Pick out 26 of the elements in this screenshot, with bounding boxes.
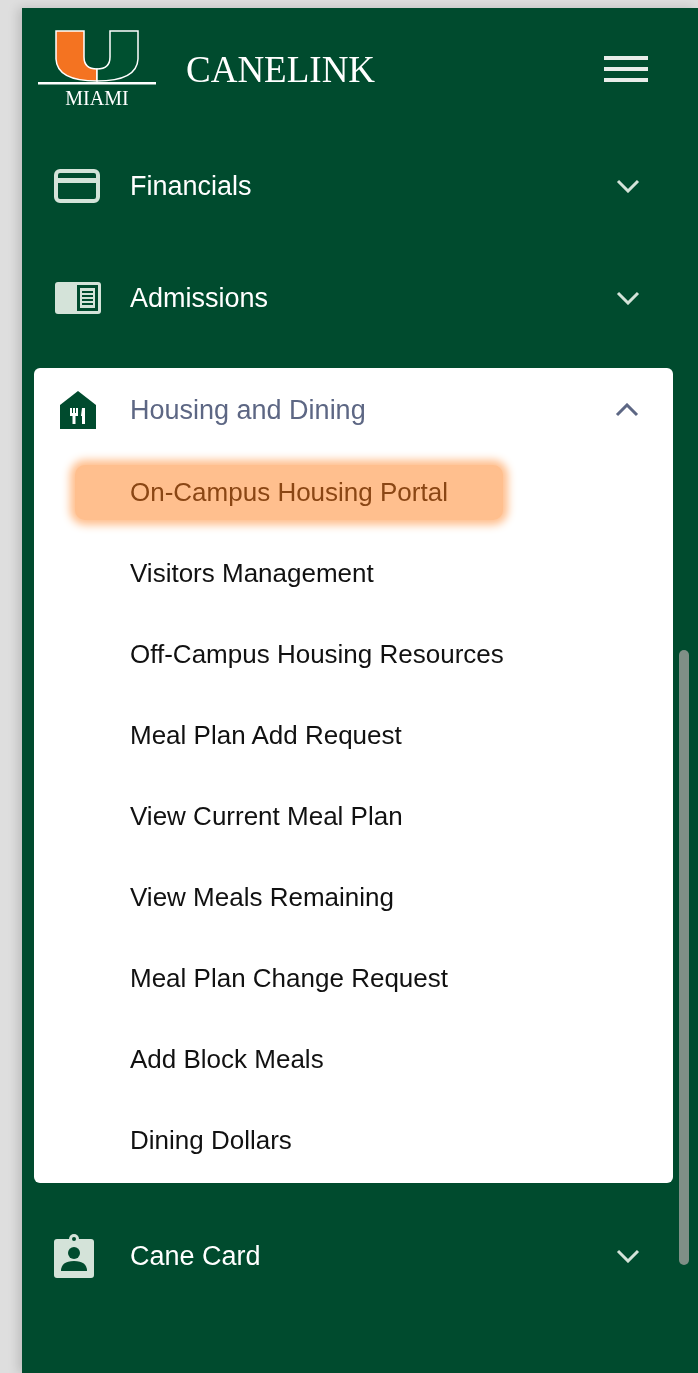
menu-label[interactable]: Admissions xyxy=(130,282,616,314)
scrollbar[interactable] xyxy=(679,650,689,1265)
house-utensils-icon xyxy=(60,391,96,429)
submenu-item[interactable]: View Meals Remaining xyxy=(75,870,449,925)
submenu-item[interactable]: Visitors Management xyxy=(75,546,429,601)
submenu-item[interactable]: Meal Plan Add Request xyxy=(75,708,457,763)
chevron-down-icon[interactable] xyxy=(616,1249,640,1263)
menu-icon[interactable] xyxy=(604,56,648,82)
submenu-item[interactable]: Dining Dollars xyxy=(75,1113,347,1168)
credit-card-icon xyxy=(54,169,100,203)
menu-label[interactable]: Financials xyxy=(130,170,616,202)
submenu-item[interactable]: Add Block Meals xyxy=(75,1032,379,1087)
chevron-down-icon[interactable] xyxy=(616,291,640,305)
id-badge-icon xyxy=(54,1234,94,1278)
document-icon xyxy=(54,281,102,315)
menu-label[interactable]: Housing and Dining xyxy=(130,394,615,426)
menu-label[interactable]: Cane Card xyxy=(130,1240,616,1272)
submenu-item[interactable]: Off-Campus Housing Resources xyxy=(75,627,559,682)
chevron-down-icon[interactable] xyxy=(616,179,640,193)
app-title: CANELINK xyxy=(186,47,377,91)
submenu-item[interactable]: View Current Meal Plan xyxy=(75,789,458,844)
submenu-item[interactable]: Meal Plan Change Request xyxy=(75,951,503,1006)
chevron-up-icon[interactable] xyxy=(615,403,639,417)
logo-text: MIAMI xyxy=(65,86,129,110)
submenu-item[interactable]: On-Campus Housing Portal xyxy=(75,465,503,520)
u-logo-icon xyxy=(38,28,156,85)
